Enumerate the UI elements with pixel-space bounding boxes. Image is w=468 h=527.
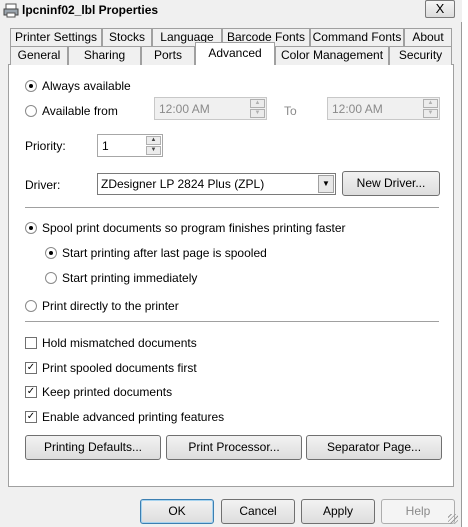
properties-dialog: lpcninf02_lbl Properties X Printer Setti… — [0, 0, 462, 527]
spool-radio[interactable] — [25, 222, 37, 234]
hold-mismatched-checkbox[interactable] — [25, 337, 37, 349]
advanced-features-checkbox[interactable]: ✓ — [25, 411, 37, 423]
tab-general[interactable]: General — [10, 46, 68, 65]
from-time-value: 12:00 AM — [159, 102, 210, 116]
new-driver-button[interactable]: New Driver... — [342, 171, 440, 196]
printer-icon — [3, 3, 19, 18]
ok-button[interactable]: OK — [140, 499, 214, 524]
hold-mismatched-label[interactable]: Hold mismatched documents — [42, 336, 197, 350]
start-after-last-page-radio[interactable] — [45, 247, 57, 259]
to-time-spinner[interactable]: 12:00 AM ▲ ▼ — [327, 97, 440, 120]
separator-page-button[interactable]: Separator Page... — [306, 435, 442, 460]
tab-row-bottom: General Sharing Ports Advanced Color Man… — [0, 42, 462, 65]
driver-value: ZDesigner LP 2824 Plus (ZPL) — [101, 177, 265, 191]
spin-up-icon[interactable]: ▲ — [146, 136, 161, 145]
priority-label: Priority: — [25, 139, 66, 153]
print-processor-button[interactable]: Print Processor... — [166, 435, 302, 460]
print-directly-label[interactable]: Print directly to the printer — [42, 299, 179, 313]
tab-printer-settings[interactable]: Printer Settings — [10, 28, 102, 47]
chevron-down-icon[interactable]: ▼ — [318, 175, 334, 193]
from-time-spinner[interactable]: 12:00 AM ▲ ▼ — [154, 97, 267, 120]
spin-up-icon[interactable]: ▲ — [423, 99, 438, 108]
tab-ports[interactable]: Ports — [141, 46, 195, 65]
tab-color-management[interactable]: Color Management — [275, 46, 389, 65]
tab-about[interactable]: About — [404, 28, 452, 47]
help-button[interactable]: Help — [381, 499, 455, 524]
divider — [25, 321, 439, 323]
spin-down-icon[interactable]: ▼ — [146, 146, 161, 155]
available-from-radio[interactable] — [25, 105, 37, 117]
spooled-first-checkbox[interactable]: ✓ — [25, 362, 37, 374]
available-from-label[interactable]: Available from — [42, 104, 118, 118]
apply-button[interactable]: Apply — [301, 499, 375, 524]
keep-printed-label[interactable]: Keep printed documents — [42, 385, 172, 399]
priority-value: 1 — [102, 139, 109, 153]
spin-down-icon[interactable]: ▼ — [250, 109, 265, 118]
window-title: lpcninf02_lbl Properties — [22, 3, 159, 17]
spin-down-icon[interactable]: ▼ — [423, 109, 438, 118]
driver-select[interactable]: ZDesigner LP 2824 Plus (ZPL) ▼ — [97, 173, 336, 195]
spin-up-icon[interactable]: ▲ — [250, 99, 265, 108]
resize-grip-icon[interactable] — [448, 514, 458, 524]
tab-security[interactable]: Security — [389, 46, 452, 65]
to-time-value: 12:00 AM — [332, 102, 383, 116]
spooled-first-label[interactable]: Print spooled documents first — [42, 361, 197, 375]
tab-advanced[interactable]: Advanced — [195, 42, 275, 65]
close-button[interactable]: X — [425, 0, 455, 18]
spool-label[interactable]: Spool print documents so program finishe… — [42, 221, 346, 235]
advanced-features-label[interactable]: Enable advanced printing features — [42, 410, 224, 424]
driver-label: Driver: — [25, 178, 61, 192]
cancel-button[interactable]: Cancel — [221, 499, 295, 524]
printing-defaults-button[interactable]: Printing Defaults... — [25, 435, 161, 460]
tab-sharing[interactable]: Sharing — [68, 46, 141, 65]
title-bar[interactable]: lpcninf02_lbl Properties X — [0, 0, 462, 22]
start-after-last-page-label[interactable]: Start printing after last page is spoole… — [62, 246, 267, 260]
start-immediately-radio[interactable] — [45, 272, 57, 284]
keep-printed-checkbox[interactable]: ✓ — [25, 386, 37, 398]
advanced-panel: Always available Available from 12:00 AM… — [8, 64, 454, 487]
priority-spinner[interactable]: 1 ▲ ▼ — [97, 134, 163, 157]
tab-command-fonts[interactable]: Command Fonts — [310, 28, 404, 47]
tab-stocks[interactable]: Stocks — [102, 28, 152, 47]
print-directly-radio[interactable] — [25, 300, 37, 312]
always-available-label[interactable]: Always available — [42, 79, 131, 93]
start-immediately-label[interactable]: Start printing immediately — [62, 271, 197, 285]
always-available-radio[interactable] — [25, 80, 37, 92]
divider — [25, 207, 439, 209]
to-label: To — [284, 104, 297, 118]
